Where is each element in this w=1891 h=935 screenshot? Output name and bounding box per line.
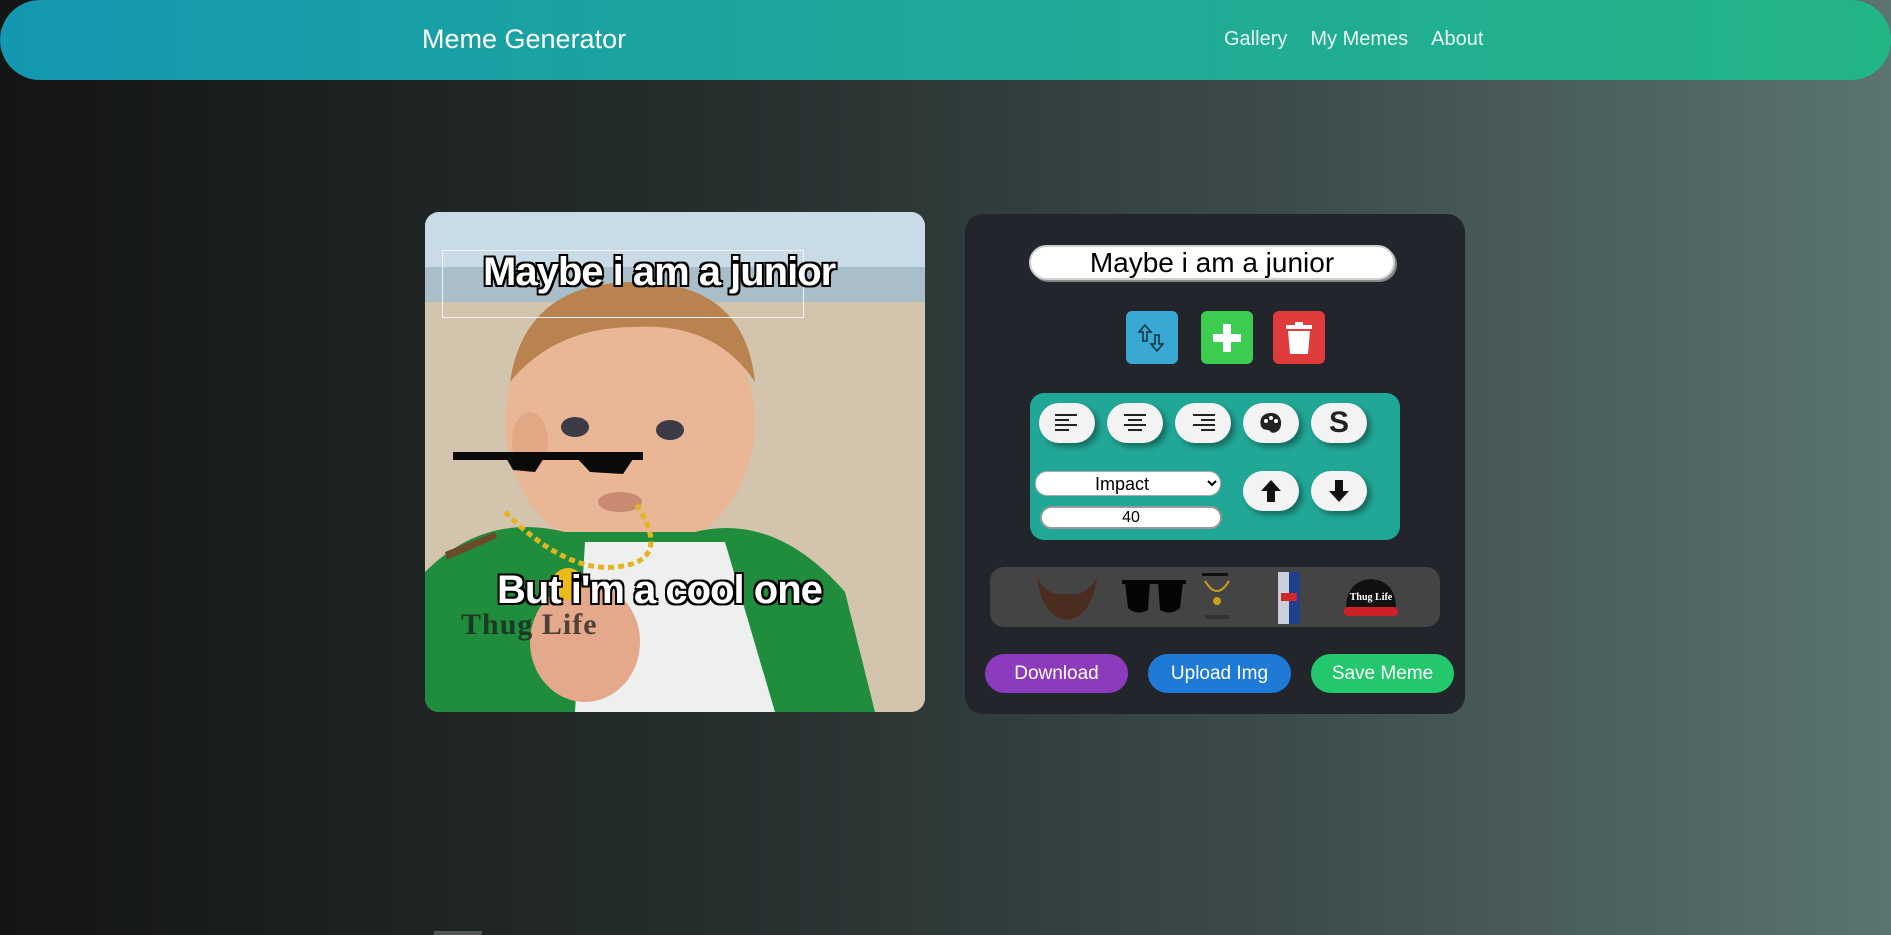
move-up-button[interactable] (1243, 471, 1299, 511)
nav-my-memes[interactable]: My Memes (1310, 28, 1408, 51)
editor-panel: S Impact (965, 214, 1465, 714)
trash-icon (1286, 321, 1312, 354)
upload-image-button[interactable]: Upload Img (1148, 654, 1291, 693)
brand-title[interactable]: Meme Generator (422, 24, 626, 55)
meme-canvas[interactable]: Maybe i am a junior But i'm a cool one T… (425, 212, 925, 712)
align-right-icon (1193, 414, 1215, 431)
align-right-button[interactable] (1175, 403, 1231, 443)
nav-about[interactable]: About (1431, 28, 1483, 51)
nav-gallery[interactable]: Gallery (1224, 28, 1287, 51)
switch-arrows-icon (1137, 323, 1165, 352)
align-center-button[interactable] (1107, 403, 1163, 443)
color-palette-button[interactable] (1243, 403, 1299, 443)
nav-links: Gallery My Memes About (1224, 28, 1483, 51)
scrollbar-thumb[interactable] (434, 931, 482, 935)
palette-icon (1260, 413, 1282, 433)
meme-bottom-text[interactable]: But i'm a cool one (497, 568, 823, 613)
plus-icon (1213, 323, 1241, 352)
save-meme-button[interactable]: Save Meme (1311, 654, 1454, 693)
beard-sticker-icon[interactable] (1032, 572, 1102, 622)
stroke-s-icon: S (1328, 406, 1349, 439)
cap-text: Thug Life (1350, 592, 1393, 603)
meme-top-text[interactable]: Maybe i am a junior (483, 250, 836, 295)
switch-line-button[interactable] (1126, 311, 1178, 364)
align-center-icon (1124, 414, 1146, 431)
delete-line-button[interactable] (1273, 311, 1325, 364)
thug-chain-sticker-icon[interactable] (1200, 571, 1234, 623)
arrow-up-icon (1261, 480, 1281, 502)
align-left-button[interactable] (1039, 403, 1095, 443)
font-size-input[interactable] (1040, 506, 1222, 529)
text-tools: S Impact (1030, 393, 1400, 540)
arrow-down-icon (1329, 480, 1349, 502)
stroke-button[interactable]: S (1311, 403, 1367, 443)
move-down-button[interactable] (1311, 471, 1367, 511)
font-family-select[interactable]: Impact (1035, 471, 1221, 496)
thug-cap-sticker-icon[interactable]: Thug Life (1342, 573, 1400, 621)
meme-text-input[interactable] (1029, 245, 1395, 280)
align-left-icon (1055, 414, 1077, 431)
thug-life-sticker-text[interactable]: Thug Life (461, 608, 598, 642)
sticker-bar: Thug Life (990, 567, 1440, 627)
add-line-button[interactable] (1201, 311, 1253, 364)
energy-drink-sticker-icon[interactable] (1275, 569, 1303, 627)
sunglasses-sticker-icon[interactable] (1122, 574, 1186, 618)
top-nav-bar: Meme Generator Gallery My Memes About (0, 0, 1891, 80)
download-button[interactable]: Download (985, 654, 1128, 693)
